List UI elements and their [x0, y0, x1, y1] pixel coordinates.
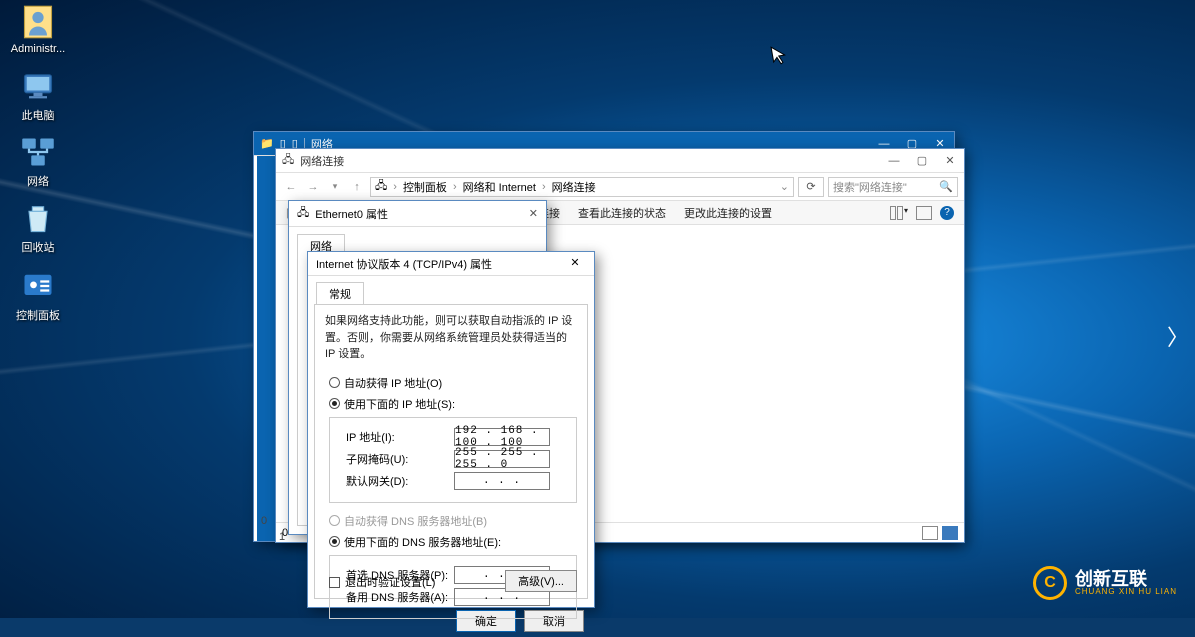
- folder-icon: 📁: [260, 137, 274, 150]
- close-button[interactable]: ✕: [564, 255, 586, 273]
- help-button[interactable]: ?: [940, 206, 954, 220]
- checkbox-validate[interactable]: 退出时验证设置(L): [329, 574, 435, 590]
- desktop-icon-admin[interactable]: Administr...: [2, 4, 74, 55]
- advanced-button[interactable]: 高级(V)...: [505, 570, 577, 592]
- desktop-icon-label: 控制面板: [16, 310, 60, 322]
- ip-address-label: IP 地址(I):: [346, 429, 454, 445]
- view-layout-button[interactable]: ▾: [890, 206, 908, 220]
- window-title: Ethernet0 属性: [315, 206, 388, 222]
- nav-recent[interactable]: ▾: [326, 181, 344, 192]
- titlebar[interactable]: 🖧 Ethernet0 属性 ✕: [289, 201, 546, 227]
- cmd-change[interactable]: 更改此连接的设置: [684, 205, 772, 221]
- tab-general[interactable]: 常规: [316, 282, 364, 305]
- desktop-icon-network[interactable]: 网络: [2, 134, 74, 189]
- dns-secondary-label: 备用 DNS 服务器(A):: [346, 589, 454, 605]
- subnet-mask-label: 子网掩码(U):: [346, 451, 454, 467]
- watermark: C 创新互联 CHUANG XIN HU LIAN: [1033, 566, 1177, 600]
- search-icon: 🔍: [939, 180, 953, 193]
- desktop-icon-label: 回收站: [22, 242, 55, 254]
- dialog-title: Internet 协议版本 4 (TCP/IPv4) 属性: [316, 256, 492, 272]
- description-text: 如果网络支持此功能，则可以获取自动指派的 IP 设置。否则，你需要从网络系统管理…: [325, 313, 577, 363]
- gateway-label: 默认网关(D):: [346, 473, 454, 489]
- search-input[interactable]: 搜索"网络连接" 🔍: [828, 177, 958, 197]
- nav-back[interactable]: ←: [282, 181, 300, 193]
- window-title: 网络连接: [300, 153, 344, 169]
- network-icon: 🖧: [375, 177, 387, 196]
- view-preview-button[interactable]: [916, 206, 932, 220]
- view-details-icon[interactable]: [922, 526, 938, 540]
- ip-address-field[interactable]: 192 . 168 . 100 . 100: [454, 428, 550, 446]
- dialog-ipv4-properties: Internet 协议版本 4 (TCP/IPv4) 属性 ✕ 常规 如果网络支…: [307, 251, 595, 608]
- network-icon: 🖧: [282, 151, 294, 170]
- desktop-icon-this-pc[interactable]: 此电脑: [2, 68, 74, 123]
- titlebar[interactable]: 🖧 网络连接 — ▢ ✕: [276, 149, 964, 173]
- gateway-field[interactable]: . . .: [454, 472, 550, 490]
- desktop-icon-label: Administr...: [11, 43, 65, 55]
- breadcrumb-row: ← → ▾ ↑ 🖧› 控制面板› 网络和 Internet› 网络连接 ⌄ ⟳ …: [276, 173, 964, 201]
- nav-fwd[interactable]: →: [304, 181, 322, 193]
- radio-auto-ip[interactable]: 自动获得 IP 地址(O): [329, 375, 577, 391]
- min-button[interactable]: —: [880, 149, 908, 173]
- max-button[interactable]: ▢: [908, 149, 936, 173]
- nav-up[interactable]: ↑: [348, 181, 366, 193]
- radio-use-dns[interactable]: 使用下面的 DNS 服务器地址(E):: [329, 534, 577, 550]
- subnet-mask-field[interactable]: 255 . 255 . 255 . 0: [454, 450, 550, 468]
- desktop-icon-label: 此电脑: [22, 110, 55, 122]
- desktop-icon-recycle[interactable]: 回收站: [2, 200, 74, 255]
- refresh-button[interactable]: ⟳: [798, 177, 824, 197]
- titlebar[interactable]: Internet 协议版本 4 (TCP/IPv4) 属性 ✕: [308, 252, 594, 276]
- radio-use-ip[interactable]: 使用下面的 IP 地址(S):: [329, 396, 577, 412]
- network-icon: 🖧: [297, 204, 309, 223]
- close-button[interactable]: ✕: [529, 207, 538, 220]
- radio-auto-dns: 自动获得 DNS 服务器地址(B): [329, 513, 577, 529]
- close-button[interactable]: ✕: [936, 149, 964, 173]
- next-arrow-icon[interactable]: 〉: [1167, 320, 1189, 352]
- view-large-icon[interactable]: [942, 526, 958, 540]
- chevron-down-icon[interactable]: ⌄: [780, 180, 789, 193]
- desktop-icon-control-panel[interactable]: 控制面板: [2, 268, 74, 323]
- breadcrumb[interactable]: 🖧› 控制面板› 网络和 Internet› 网络连接 ⌄: [370, 177, 794, 197]
- desktop-icon-label: 网络: [27, 176, 49, 188]
- cmd-status[interactable]: 查看此连接的状态: [578, 205, 666, 221]
